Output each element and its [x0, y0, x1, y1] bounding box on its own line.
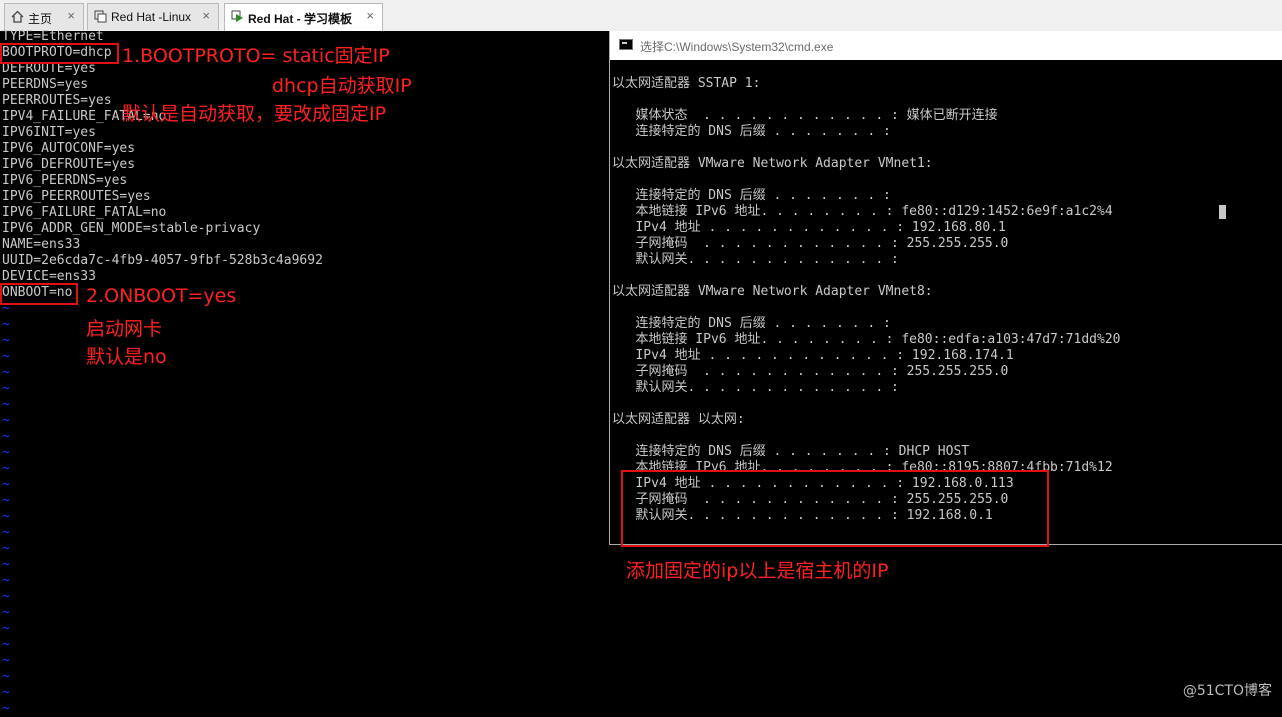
annotation-dhcp: dhcp自动获取IP	[272, 75, 412, 97]
config-line: TYPE=Ethernet	[2, 29, 104, 44]
config-line: IPV6_AUTOCONF=yes	[2, 141, 136, 156]
config-line: IPV6INIT=yes	[2, 125, 96, 140]
annotation-default-dhcp: 默认是自动获取，要改成固定IP	[122, 103, 387, 125]
annotation-bootproto: 1.BOOTPROTO= static固定IP	[122, 45, 390, 67]
watermark: @51CTO博客	[1182, 683, 1272, 699]
highlight-onboot	[0, 283, 78, 305]
close-icon[interactable]: ×	[202, 8, 210, 23]
home-icon	[11, 10, 24, 23]
vm-play-icon	[231, 10, 243, 22]
ipconfig-output: 以太网适配器 SSTAP 1: 媒体状态 . . . . . . . . . .…	[612, 76, 1121, 523]
cmd-icon	[619, 39, 633, 50]
config-line: UUID=2e6cda7c-4fb9-4057-9fbf-528b3c4a969…	[2, 253, 323, 268]
vi-empty-lines: ~ ~ ~ ~ ~ ~ ~ ~ ~ ~ ~ ~ ~ ~ ~ ~ ~ ~ ~ ~ …	[2, 301, 10, 716]
cmd-window[interactable]: 选择C:\Windows\System32\cmd.exe 以太网适配器 SST…	[609, 31, 1282, 547]
config-line: IPV6_DEFROUTE=yes	[2, 157, 136, 172]
cmd-title: 选择C:\Windows\System32\cmd.exe	[640, 40, 834, 54]
highlight-host-ip	[621, 470, 1049, 547]
annotation-start-nic: 启动网卡	[86, 318, 163, 340]
tab-red-hat-template[interactable]: Red Hat - 学习模板 ×	[224, 3, 383, 31]
config-line: PEERROUTES=yes	[2, 93, 112, 108]
config-line: NAME=ens33	[2, 237, 81, 252]
config-line: PEERDNS=yes	[2, 77, 89, 92]
cmd-title-bar[interactable]: 选择C:\Windows\System32\cmd.exe	[610, 31, 1282, 60]
text-cursor	[1219, 205, 1226, 219]
terminal-text: TYPE=Ethernet BOOTPROTO=dhcp DEFROUTE=ye…	[2, 29, 323, 717]
tab-red-hat-template-label: Red Hat - 学习模板	[248, 12, 353, 26]
tab-red-hat-linux[interactable]: Red Hat -Linux ×	[87, 3, 219, 30]
annotation-host-ip: 添加固定的ip以上是宿主机的IP	[626, 560, 889, 582]
vm-terminal[interactable]: TYPE=Ethernet BOOTPROTO=dhcp DEFROUTE=ye…	[0, 29, 610, 716]
config-line: IPV6_PEERROUTES=yes	[2, 189, 151, 204]
close-icon[interactable]: ×	[67, 8, 75, 23]
config-line: IPV6_FAILURE_FATAL=no	[2, 205, 167, 220]
tab-home[interactable]: 主页 ×	[4, 3, 84, 30]
tab-red-hat-linux-label: Red Hat -Linux	[111, 10, 192, 24]
config-line: IPV6_ADDR_GEN_MODE=stable-privacy	[2, 221, 261, 236]
highlight-bootproto	[0, 43, 119, 64]
tab-home-label: 主页	[28, 12, 53, 26]
annotation-onboot: 2.ONBOOT=yes	[86, 285, 237, 307]
config-line: DEVICE=ens33	[2, 269, 96, 284]
tab-bar: 主页 × Red Hat -Linux × Red Hat - 学习模板 ×	[0, 0, 1282, 32]
config-line: IPV6_PEERDNS=yes	[2, 173, 128, 188]
vm-icon	[94, 10, 107, 23]
close-icon[interactable]: ×	[366, 8, 374, 23]
annotation-default-no: 默认是no	[86, 346, 167, 368]
